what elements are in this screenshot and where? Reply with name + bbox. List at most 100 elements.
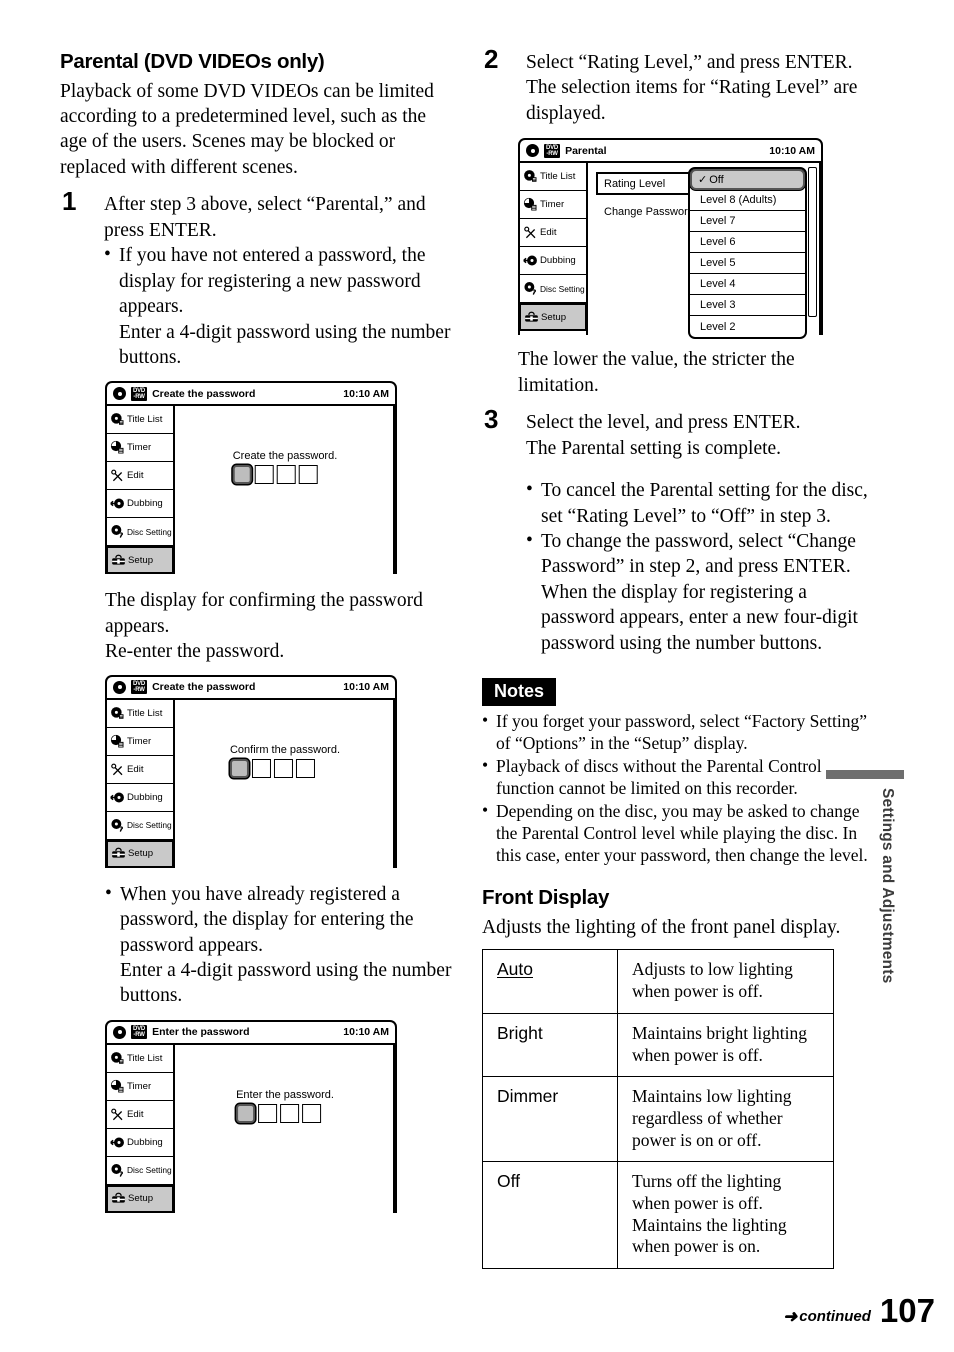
menu-item-label: Rating Level (604, 177, 666, 190)
edit-scissors-icon (110, 468, 125, 483)
password-digit-1[interactable] (236, 1103, 256, 1123)
sidebar-item-setup[interactable]: Setup (519, 303, 587, 332)
dubbing-icon (110, 1135, 125, 1150)
sidebar-item-dubbing[interactable]: Dubbing (107, 784, 173, 812)
osd-figure-create-password: DVD -RW Create the password 10:10 AM Titl… (105, 381, 397, 575)
sidebar-item-disc-setting[interactable]: Disc Setting (107, 812, 173, 840)
sidebar-item-title-list[interactable]: Title List (107, 700, 173, 728)
right-column: 2 Select “Rating Level,” and press ENTER… (482, 46, 874, 1270)
side-tab-chapter: Settings and Adjustments (826, 770, 904, 983)
osd-body: Title List Timer Edit Dubbing Disc Setting Se… (106, 699, 395, 868)
sidebar-item-timer[interactable]: Timer (107, 434, 173, 463)
password-digit-2[interactable] (258, 1103, 278, 1123)
password-digit-3[interactable] (273, 758, 293, 778)
password-digit-2[interactable] (251, 758, 271, 778)
sidebar-item-timer[interactable]: Timer (520, 191, 586, 220)
sidebar-item-setup[interactable]: Setup (106, 546, 174, 575)
sidebar-item-dubbing[interactable]: Dubbing (520, 247, 586, 276)
osd-figure-enter-password: DVD -RW Enter the password 10:10 AM Title… (105, 1019, 397, 1213)
edit-scissors-icon (110, 762, 125, 777)
front-display-term: Bright (482, 1012, 618, 1078)
dvd-rw-badge: DVD -RW (544, 143, 561, 158)
sidebar-item-timer[interactable]: Timer (107, 728, 173, 756)
sidebar-item-label: Disc Setting (127, 820, 172, 831)
sidebar-item-disc-setting[interactable]: Disc Setting (520, 275, 586, 304)
sidebar-item-title-list[interactable]: Title List (107, 1045, 173, 1073)
disc-icon (526, 144, 539, 158)
dropdown-scrollbar[interactable] (808, 167, 817, 318)
password-digit-1[interactable] (229, 758, 249, 778)
dropdown-option-level-2[interactable]: Level 2 (690, 316, 805, 337)
sidebar-item-label: Setup (541, 311, 567, 323)
sidebar-item-edit[interactable]: Edit (107, 1101, 173, 1129)
sidebar-item-setup[interactable]: Setup (106, 1184, 174, 1213)
sidebar-item-label: Edit (127, 1108, 144, 1120)
rating-level-dropdown[interactable]: ✓ Off Level 8 (Adults) Level 7 Level 6 Level … (688, 167, 807, 340)
left-column: Parental (DVD VIDEOs only) Playback of s… (60, 50, 452, 1213)
sidebar-item-label: Dubbing (540, 255, 576, 267)
page-footer: ➜ continued 107 (783, 1294, 935, 1327)
dropdown-option-label: Level 6 (700, 236, 736, 249)
password-digit-2[interactable] (254, 465, 274, 485)
disc-icon (113, 1025, 126, 1039)
osd-sidebar: Title List Timer Edit Dubbing Disc Setting Se… (106, 406, 175, 575)
password-digit-4[interactable] (302, 1103, 322, 1123)
password-digit-3[interactable] (280, 1103, 300, 1123)
step-3-bullets: To cancel the Parental setting for the d… (526, 477, 874, 656)
timer-icon (523, 197, 538, 212)
sidebar-item-disc-setting[interactable]: Disc Setting (107, 518, 173, 547)
dropdown-option-level-4[interactable]: Level 4 (690, 274, 805, 296)
dropdown-option-level-7[interactable]: Level 7 (690, 211, 805, 233)
osd-clock: 10:10 AM (343, 1026, 389, 1039)
sidebar-item-timer[interactable]: Timer (107, 1073, 173, 1101)
password-boxes (236, 1103, 334, 1123)
sidebar-item-edit[interactable]: Edit (107, 462, 173, 491)
password-entry: Enter the password. (236, 1089, 334, 1123)
sidebar-item-dubbing[interactable]: Dubbing (107, 490, 173, 519)
list-item: When you have already registered a passw… (105, 881, 452, 958)
password-digit-4[interactable] (295, 758, 315, 778)
dropdown-option-level-6[interactable]: Level 6 (690, 232, 805, 254)
dropdown-option-level-5[interactable]: Level 5 (690, 253, 805, 275)
front-display-description-cell: Adjusts to low lighting when power is of… (617, 949, 834, 1014)
sidebar-item-title-list[interactable]: Title List (107, 406, 173, 435)
password-digit-4[interactable] (298, 465, 318, 485)
title-list-icon (110, 1051, 125, 1066)
sidebar-item-edit[interactable]: Edit (520, 219, 586, 248)
dropdown-option-level-8-adults[interactable]: Level 8 (Adults) (690, 190, 805, 212)
manual-page: Parental (DVD VIDEOs only) Playback of s… (0, 0, 954, 1352)
after-figure-1-text-2: Re-enter the password. (105, 641, 285, 663)
dropdown-option-label: Level 7 (700, 215, 736, 228)
dropdown-option-off[interactable]: ✓ Off (690, 169, 805, 191)
password-caption: Enter the password. (236, 1088, 334, 1101)
password-digit-3[interactable] (276, 465, 296, 485)
osd-title-text: Create the password (152, 387, 256, 400)
sidebar-item-setup[interactable]: Setup (106, 839, 174, 868)
dvd-rw-badge: DVD -RW (131, 1025, 148, 1040)
step-3-line-2: The Parental setting is complete. (526, 437, 782, 459)
dropdown-option-label: Level 5 (700, 257, 736, 270)
front-display-table-body: Auto Adjusts to low lighting when power i… (482, 949, 834, 1270)
sidebar-item-label: Timer (540, 199, 565, 211)
dropdown-option-label: Off (709, 173, 724, 186)
sidebar-item-dubbing[interactable]: Dubbing (107, 1129, 173, 1157)
step-1: 1 After step 3 above, select “Parental,”… (60, 188, 452, 370)
front-display-description-cell: Maintains low lighting regardless of whe… (617, 1076, 834, 1163)
left-bullet-2: When you have already registered a passw… (60, 881, 452, 958)
sidebar-item-label: Timer (127, 735, 152, 747)
sidebar-item-disc-setting[interactable]: Disc Setting (107, 1157, 173, 1185)
sidebar-item-label: Setup (128, 1193, 154, 1205)
password-boxes (229, 758, 340, 778)
continued-label: continued (799, 1308, 871, 1325)
sidebar-item-title-list[interactable]: Title List (520, 163, 586, 192)
edit-scissors-icon (523, 225, 538, 240)
osd-body: Title List Timer Edit Dubbing Disc Setting Se… (519, 163, 821, 340)
sidebar-item-edit[interactable]: Edit (107, 756, 173, 784)
page-number: 107 (879, 1292, 935, 1329)
arrow-right-icon: ➜ (783, 1307, 798, 1326)
timer-icon (110, 734, 125, 749)
disc-icon (113, 680, 126, 694)
dropdown-option-level-3[interactable]: Level 3 (690, 295, 805, 317)
password-digit-1[interactable] (232, 465, 252, 485)
sidebar-item-label: Edit (127, 763, 144, 775)
